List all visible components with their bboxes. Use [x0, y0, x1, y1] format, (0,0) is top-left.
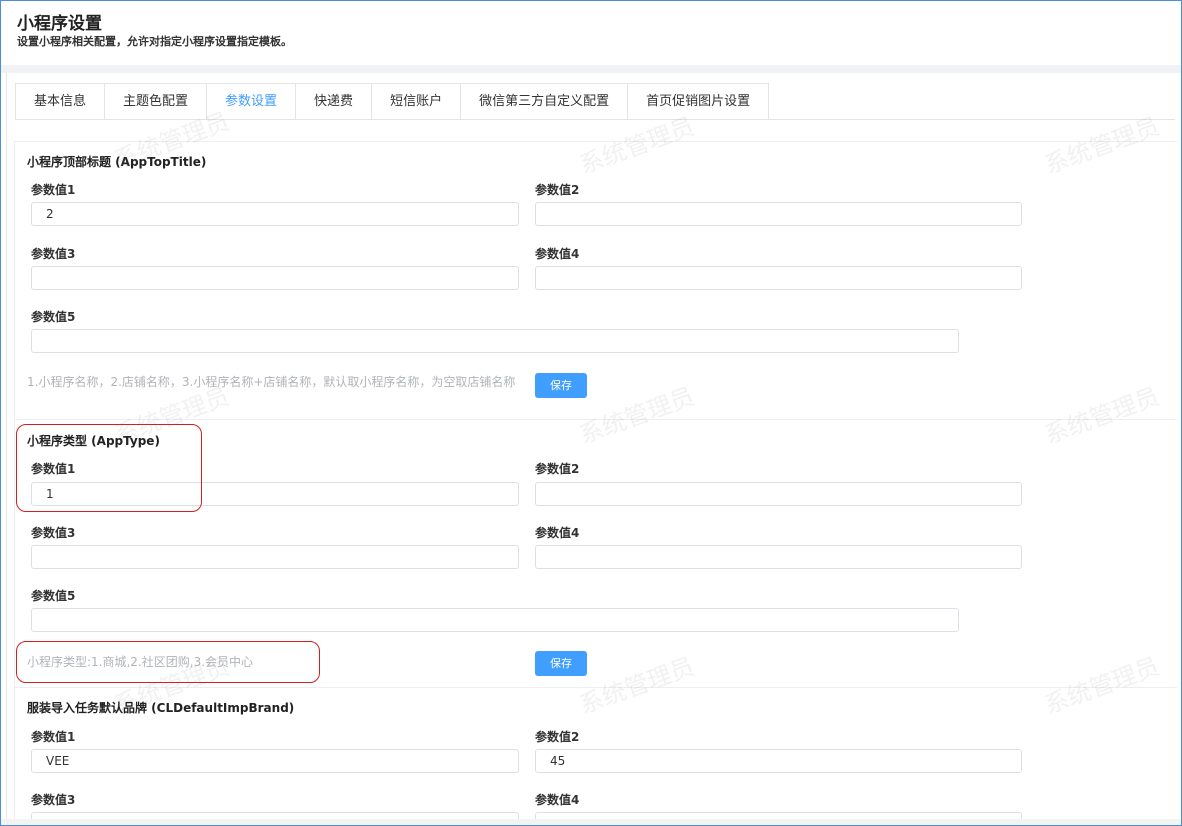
- param4-label: 参数值4: [535, 247, 580, 261]
- page-header: 小程序设置 设置小程序相关配置，允许对指定小程序设置指定模板。: [1, 1, 1181, 65]
- section-hint: 1.小程序名称，2.店铺名称，3.小程序名称+店铺名称，默认取小程序名称，为空取…: [27, 375, 516, 389]
- page-subtitle: 设置小程序相关配置，允许对指定小程序设置指定模板。: [17, 35, 292, 48]
- param4-input[interactable]: [535, 545, 1022, 569]
- horizontal-scrollbar[interactable]: [1, 819, 1181, 825]
- param5-label: 参数值5: [31, 310, 76, 324]
- tab-bar: 基本信息 主题色配置 参数设置 快递费 短信账户 微信第三方自定义配置 首页促销…: [15, 83, 770, 120]
- app-window: 小程序设置 设置小程序相关配置，允许对指定小程序设置指定模板。 基本信息 主题色…: [0, 0, 1182, 826]
- param2-label: 参数值2: [535, 462, 580, 476]
- param-section-app-top-title: 小程序顶部标题 (AppTopTitle) 参数值1 参数值2 参数值3 参数值…: [14, 141, 1177, 420]
- param2-input[interactable]: [535, 202, 1022, 226]
- param2-label: 参数值2: [535, 730, 580, 744]
- tab-homepage-promo-images[interactable]: 首页促销图片设置: [628, 84, 769, 120]
- section-title: 服装导入任务默认品牌 (CLDefaultImpBrand): [27, 701, 295, 715]
- param-section-default-imp-brand: 服装导入任务默认品牌 (CLDefaultImpBrand) 参数值1 参数值2…: [14, 687, 1177, 825]
- tab-sms-account[interactable]: 短信账户: [372, 84, 462, 120]
- tab-shipping-fee[interactable]: 快递费: [296, 84, 373, 120]
- section-title: 小程序类型 (AppType): [27, 434, 160, 448]
- param1-input[interactable]: [31, 202, 519, 226]
- param2-input[interactable]: [535, 482, 1022, 506]
- param3-label: 参数值3: [31, 526, 76, 540]
- page-title: 小程序设置: [17, 14, 102, 34]
- param4-label: 参数值4: [535, 526, 580, 540]
- section-title: 小程序顶部标题 (AppTopTitle): [27, 155, 207, 169]
- param4-input[interactable]: [535, 266, 1022, 290]
- param-section-app-type: 小程序类型 (AppType) 参数值1 参数值2 参数值3 参数值4 参数值5…: [14, 419, 1177, 688]
- param2-input[interactable]: [535, 749, 1022, 773]
- tab-underline: [15, 119, 1175, 120]
- tab-basic-info[interactable]: 基本信息: [16, 84, 106, 120]
- param3-label: 参数值3: [31, 793, 76, 807]
- param5-label: 参数值5: [31, 589, 76, 603]
- param4-label: 参数值4: [535, 793, 580, 807]
- param1-label: 参数值1: [31, 462, 76, 476]
- section-hint: 小程序类型:1.商城,2.社区团购,3.会员中心: [27, 655, 254, 669]
- header-divider: [1, 65, 1181, 73]
- param5-input[interactable]: [31, 608, 959, 632]
- param1-label: 参数值1: [31, 183, 76, 197]
- param1-label: 参数值1: [31, 730, 76, 744]
- tab-wechat-third-party[interactable]: 微信第三方自定义配置: [461, 84, 629, 120]
- tab-parameter-settings[interactable]: 参数设置: [207, 84, 297, 120]
- save-button[interactable]: 保存: [535, 373, 587, 398]
- param1-input[interactable]: [31, 482, 519, 506]
- param3-input[interactable]: [31, 266, 519, 290]
- tab-theme-color[interactable]: 主题色配置: [105, 84, 208, 120]
- param2-label: 参数值2: [535, 183, 580, 197]
- param3-label: 参数值3: [31, 247, 76, 261]
- param5-input[interactable]: [31, 329, 959, 353]
- param3-input[interactable]: [31, 545, 519, 569]
- save-button[interactable]: 保存: [535, 651, 587, 676]
- param1-input[interactable]: [31, 749, 519, 773]
